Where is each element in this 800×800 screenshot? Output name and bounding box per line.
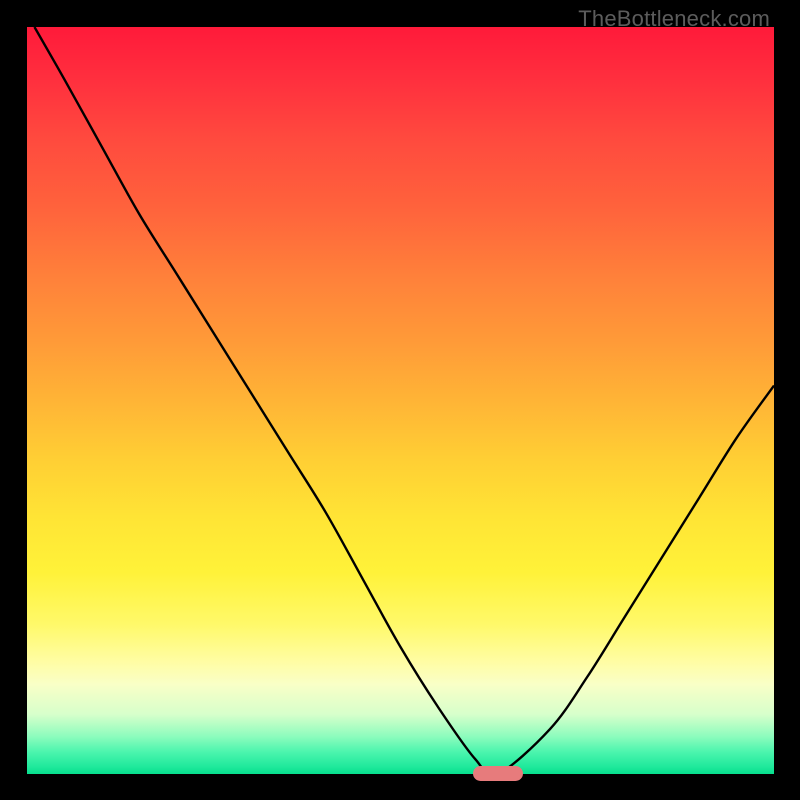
minimum-marker bbox=[473, 766, 523, 781]
chart-frame: TheBottleneck.com bbox=[0, 0, 800, 800]
plot-area bbox=[27, 27, 774, 774]
bottleneck-curve bbox=[27, 27, 774, 774]
curve-path bbox=[34, 27, 774, 774]
